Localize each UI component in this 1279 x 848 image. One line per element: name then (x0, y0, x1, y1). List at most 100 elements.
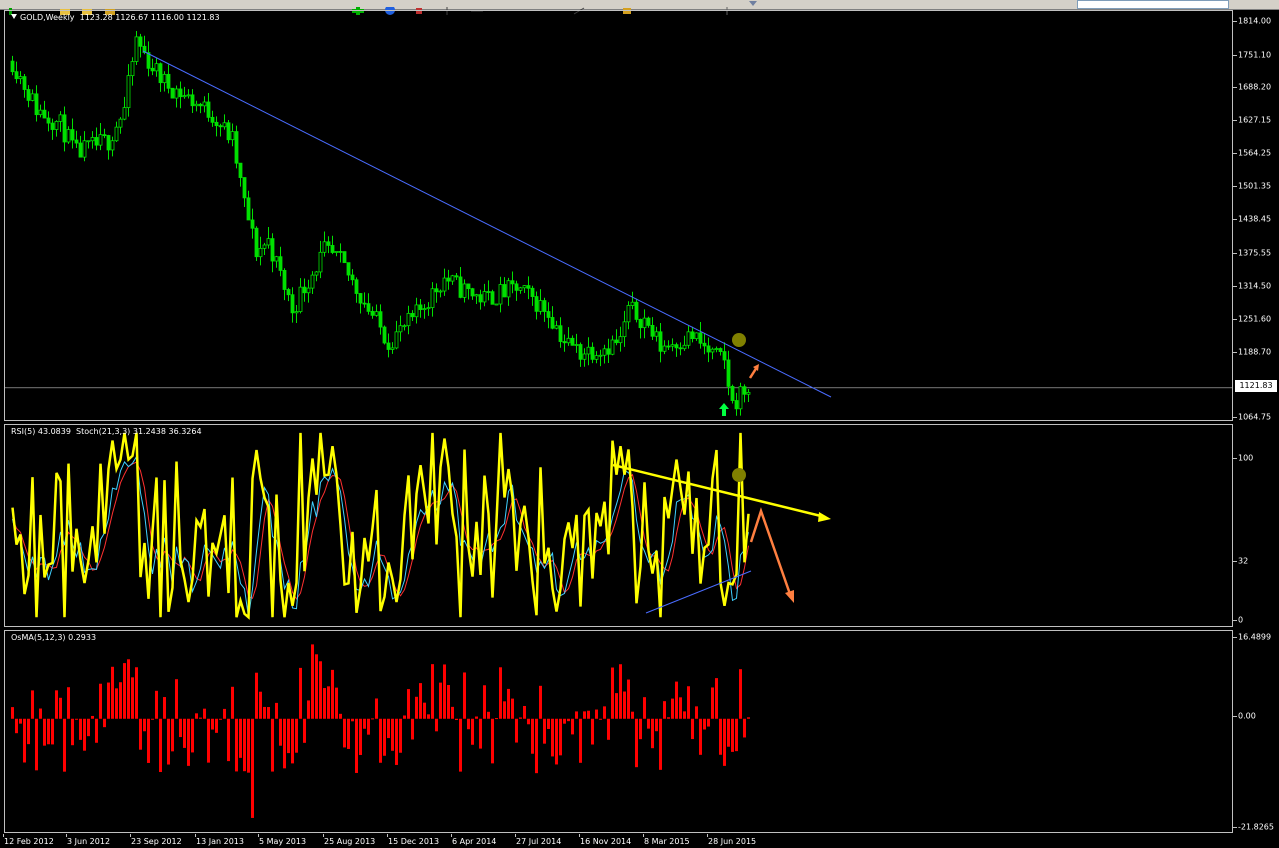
search-input[interactable] (1077, 0, 1229, 9)
osma-bar (319, 661, 322, 719)
osma-bar (387, 718, 390, 739)
candle-body (474, 294, 479, 297)
arrow-icon[interactable] (720, 0, 734, 15)
osma-bar (123, 663, 126, 719)
rsi-tick-mark (1233, 561, 1237, 562)
trendline (142, 50, 832, 398)
candle-body (742, 386, 747, 395)
osma-bar (427, 714, 430, 719)
candle-body (554, 325, 559, 329)
osma-bar (199, 717, 202, 719)
osma-bar (603, 706, 606, 719)
osma-bar (543, 718, 546, 744)
candle-body (562, 341, 567, 344)
add-icon[interactable] (351, 0, 365, 15)
osma-bar (203, 708, 206, 719)
hline-icon[interactable] (470, 0, 484, 12)
osma-bar (227, 718, 230, 762)
pane-title: GOLD,Weekly 1123.28 1126.67 1116.00 1121… (11, 13, 220, 22)
osma-bar (143, 718, 146, 732)
osma-bar (735, 718, 738, 752)
date-label: 5 May 2013 (259, 837, 307, 846)
text-icon[interactable] (620, 0, 634, 14)
osma-bar (711, 687, 714, 719)
globe-icon[interactable] (383, 0, 397, 15)
price-tick-mark (1233, 219, 1237, 220)
osma-bar (79, 718, 82, 740)
candle-body (198, 103, 203, 107)
osma-bar (419, 683, 422, 719)
candle-body (498, 284, 503, 305)
candle-body (366, 303, 371, 312)
date-tick-mark (451, 834, 452, 837)
osma-bar (279, 718, 282, 746)
osma-bar (459, 718, 462, 772)
osma-bar (579, 718, 582, 763)
candle-body (222, 122, 227, 128)
candle-body (262, 244, 267, 249)
trendline-icon[interactable] (572, 0, 586, 15)
candle-body (466, 283, 471, 290)
candle-body (374, 311, 379, 316)
osma-bar (311, 644, 314, 719)
candle-body (22, 76, 27, 90)
candle-body (514, 283, 519, 291)
candle-body (334, 251, 339, 253)
cursor-icon[interactable] (412, 0, 426, 14)
osma-bar (243, 718, 246, 772)
osma-bar (99, 683, 102, 719)
price-chart-pane[interactable]: GOLD,Weekly 1123.28 1126.67 1116.00 1121… (4, 10, 1233, 421)
osma-bar (111, 666, 114, 719)
rsi-tick-label: 0 (1238, 615, 1244, 625)
osma-bar (51, 718, 54, 745)
rsi-stoch-chart (11, 432, 831, 620)
date-label: 15 Dec 2013 (388, 837, 440, 846)
osma-bar (643, 697, 646, 719)
candle-body (134, 36, 139, 62)
rsi-tick-mark (1233, 620, 1237, 621)
candle-body (690, 331, 695, 340)
osma-bar (675, 681, 678, 719)
print-icon[interactable] (103, 0, 117, 15)
candle-body (626, 305, 631, 323)
candle-body (298, 286, 303, 312)
osma-bar (275, 702, 278, 719)
rsi-resistance-arrowhead (818, 512, 831, 522)
date-tick-mark (579, 834, 580, 837)
candle-body (346, 262, 351, 276)
osma-bar (103, 718, 106, 728)
candle-body (186, 94, 191, 97)
osma-bar (19, 718, 22, 724)
price-tick-label: 1314.50 (1238, 281, 1272, 291)
osma-pane[interactable]: OsMA(5,12,3) 0.2933 (4, 630, 1233, 833)
osma-title: OsMA(5,12,3) 0.2933 (11, 633, 97, 642)
candle-body (54, 121, 59, 130)
osma-bar (447, 685, 450, 719)
candle-body (542, 300, 547, 312)
date-label: 25 Aug 2013 (324, 837, 376, 846)
dropdown-arrow-icon[interactable] (11, 14, 17, 19)
candle-body (238, 162, 243, 178)
save-icon[interactable] (80, 0, 94, 15)
candle-body (314, 271, 319, 276)
chart-shift-icon[interactable] (749, 1, 757, 6)
osma-bar (503, 701, 506, 719)
open-icon[interactable] (58, 0, 72, 15)
rsi-tick-label: 32 (1238, 556, 1249, 566)
rsi-stoch-pane[interactable]: RSI(5) 43.0839 Stoch(21,3,3) 31.2438 36.… (4, 424, 1233, 627)
candle-body (662, 345, 667, 352)
candle-body (106, 135, 111, 151)
osma-bar (591, 718, 594, 745)
osma-bar (55, 690, 58, 719)
osma-bar (575, 711, 578, 719)
new-chart-icon[interactable] (6, 0, 20, 15)
osma-bar (495, 718, 498, 720)
crosshair-icon[interactable] (440, 0, 454, 15)
osma-bar (639, 718, 642, 740)
rsi-title: RSI(5) 43.0839 Stoch(21,3,3) 31.2438 36.… (11, 427, 202, 436)
candle-body (438, 290, 443, 293)
candle-body (18, 76, 23, 80)
osma-bar (263, 706, 266, 719)
candle-body (634, 301, 639, 320)
osma-bar (367, 718, 370, 735)
